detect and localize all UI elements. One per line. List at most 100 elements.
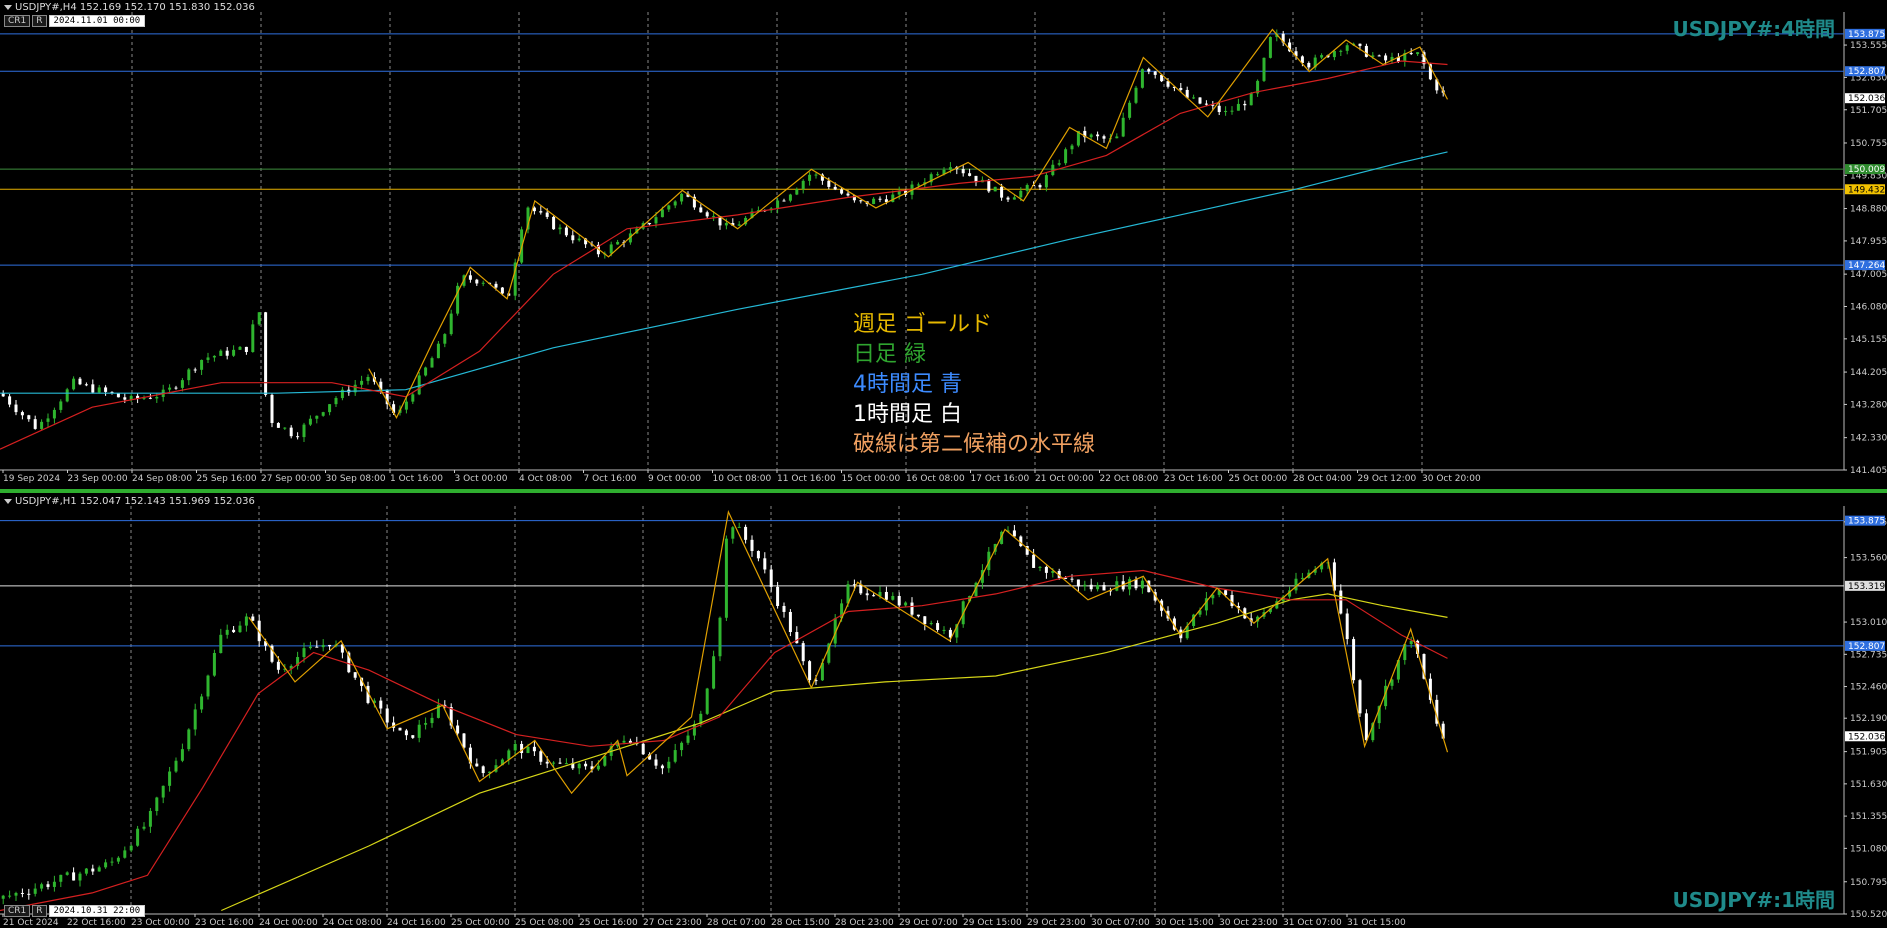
candle-body [1083, 584, 1087, 587]
x-tick-label: 23 Oct 00:00 [131, 918, 190, 928]
candle-body [59, 874, 63, 882]
candle-body [430, 717, 434, 724]
y-tick-label: 151.630 [1850, 780, 1887, 790]
candle-body [526, 746, 530, 754]
candle-body [1128, 579, 1132, 590]
candle-body [1096, 584, 1100, 590]
candle-body [1115, 581, 1119, 591]
collapse-triangle-icon[interactable] [4, 498, 12, 504]
ma-red-line [0, 569, 1448, 912]
candle-body [584, 763, 588, 767]
candle-body [238, 625, 242, 633]
x-tick-label: 25 Oct 08:00 [515, 918, 574, 928]
h1-cr1-button[interactable]: CR1 [4, 905, 31, 917]
y-tick-label: 153.010 [1850, 618, 1887, 628]
collapse-triangle-icon[interactable] [4, 4, 12, 10]
h4-watermark: USDJPY#:4時間 [1672, 17, 1836, 41]
zigzag-line [248, 509, 1449, 795]
h1-header: USDJPY#,H1 152.047 152.143 151.969 152.0… [4, 496, 255, 507]
candle-body [1409, 640, 1413, 645]
x-tick-label: 30 Oct 15:00 [1155, 918, 1214, 928]
x-tick-label: 22 Oct 16:00 [67, 918, 126, 928]
candle-body [200, 696, 204, 710]
candle-body [865, 593, 869, 596]
x-tick-label: 28 Oct 07:00 [707, 918, 766, 928]
candle-body [308, 646, 312, 649]
candle-body [564, 763, 568, 765]
candle-body [686, 735, 690, 743]
level-price-label: 153.875 [1848, 517, 1885, 527]
candle-body [8, 895, 12, 897]
candle-body [667, 761, 671, 769]
candle-body [936, 623, 940, 630]
candle-body [904, 602, 908, 606]
candle-body [91, 868, 95, 872]
current-price-label: 152.036 [1848, 732, 1885, 742]
candle-body [424, 723, 428, 725]
h1-r-button[interactable]: R [32, 905, 47, 917]
candle-body [763, 558, 767, 570]
candle-body [744, 526, 748, 540]
candle-body [1044, 566, 1048, 573]
candle-body [577, 763, 581, 769]
candle-body [1364, 713, 1368, 741]
candle-body [1070, 578, 1074, 580]
h1-date-field[interactable]: 2024.10.31 22:00 [48, 905, 146, 917]
x-tick-label: 24 Oct 08:00 [323, 918, 382, 928]
candle-body [148, 810, 152, 827]
legend-h4: 4時間足 青 [853, 372, 962, 397]
h4-r-button[interactable]: R [32, 15, 47, 27]
candle-body [769, 569, 773, 587]
h4-cr1-button[interactable]: CR1 [4, 15, 31, 27]
candle-body [1339, 590, 1343, 614]
x-tick-label: 27 Oct 23:00 [643, 918, 702, 928]
candle-body [596, 765, 600, 770]
candle-body [942, 629, 946, 631]
legend-weekly: 週足 ゴールド [853, 312, 992, 337]
candle-body [321, 644, 325, 648]
candle-body [1224, 590, 1228, 596]
candle-body [859, 584, 863, 594]
level-price-label: 152.807 [1848, 642, 1885, 652]
candle-body [897, 595, 901, 606]
candle-body [33, 888, 37, 894]
candle-body [20, 892, 24, 894]
candle-body [641, 743, 645, 755]
candle-body [603, 755, 607, 766]
candle-body [801, 643, 805, 662]
y-tick-label: 151.355 [1850, 812, 1887, 822]
candle-body [507, 750, 511, 760]
candle-body [232, 629, 236, 633]
candle-body [385, 708, 389, 723]
candle-body [808, 661, 812, 681]
h4-date-field[interactable]: 2024.11.01 00:00 [48, 15, 146, 27]
candle-body [104, 862, 108, 868]
candle-body [737, 526, 741, 528]
candle-body [244, 616, 248, 626]
candle-body [353, 672, 357, 678]
panel-separator[interactable] [0, 489, 1887, 493]
candle-body [97, 867, 101, 872]
candle-body [136, 828, 140, 846]
candle-body [622, 740, 626, 743]
y-tick-label: 150.795 [1850, 878, 1887, 888]
candle-body [532, 746, 536, 752]
candle-body [910, 602, 914, 615]
h1-chart-panel[interactable]: 21 Oct 2024 22 Oct 16:00 23 Oct 00:00 23 Oc… [0, 0, 1887, 928]
candle-body [788, 611, 792, 633]
candle-body [1012, 530, 1016, 537]
candle-body [462, 733, 466, 748]
candle-body [174, 760, 178, 772]
candle-body [1294, 578, 1298, 591]
x-tick-label: 31 Oct 15:00 [1347, 918, 1406, 928]
candle-body [884, 591, 888, 600]
level-price-label: 153.319 [1848, 582, 1885, 592]
x-tick-label: 29 Oct 07:00 [899, 918, 958, 928]
candle-body [756, 551, 760, 559]
candle-body [14, 892, 18, 896]
candle-body [916, 614, 920, 617]
x-tick-label: 25 Oct 00:00 [451, 918, 510, 928]
candle-body [155, 797, 159, 811]
x-tick-label: 25 Oct 16:00 [579, 918, 638, 928]
candle-body [411, 735, 415, 738]
